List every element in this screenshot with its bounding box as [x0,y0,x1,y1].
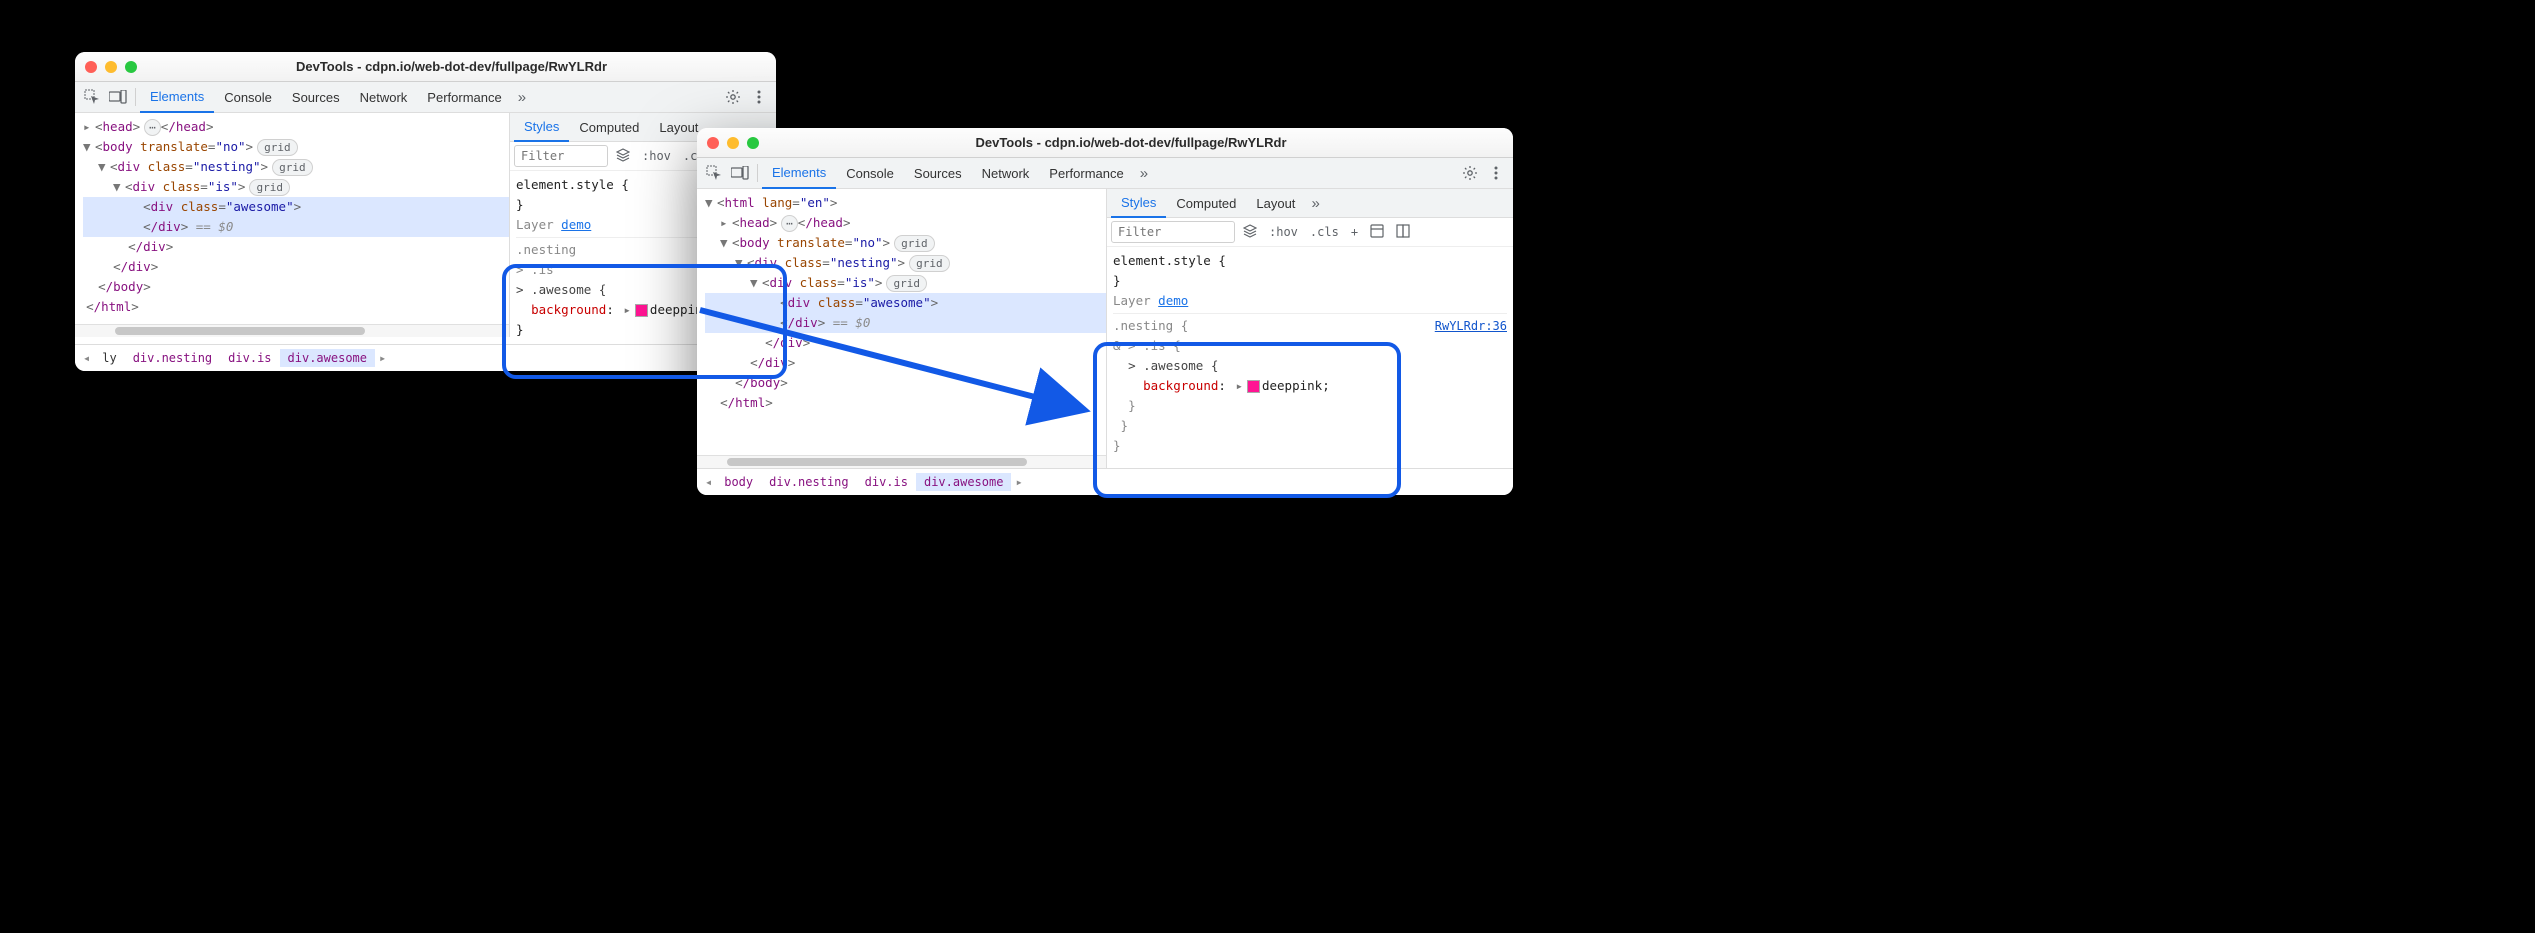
color-swatch-icon[interactable] [1247,380,1260,393]
hov-toggle[interactable]: :hov [638,149,675,163]
dom-node-awesome-open[interactable]: <div class="awesome"> [83,197,509,217]
breadcrumb-is[interactable]: div.is [857,473,916,491]
more-tabs-icon[interactable]: » [512,89,532,106]
dom-node-awesome-close[interactable]: </div> == $0 [705,313,1106,333]
breadcrumb-is[interactable]: div.is [220,349,279,367]
tab-console[interactable]: Console [836,158,904,188]
window-title: DevTools - cdpn.io/web-dot-dev/fullpage/… [137,59,766,74]
layers-icon[interactable] [1239,224,1261,241]
breadcrumb-prev-icon[interactable]: ◂ [79,351,94,365]
grid-badge[interactable]: grid [257,139,298,156]
horizontal-scrollbar[interactable] [75,324,509,337]
tab-sources[interactable]: Sources [904,158,972,188]
ellipsis-badge[interactable]: ⋯ [144,119,161,136]
dom-node-awesome-open[interactable]: <div class="awesome"> [705,293,1106,313]
breadcrumb-trunc[interactable]: ly [94,349,124,367]
tab-elements[interactable]: Elements [762,157,836,189]
window-title: DevTools - cdpn.io/web-dot-dev/fullpage/… [759,135,1503,150]
breadcrumb-next-icon[interactable]: ▸ [1011,475,1026,489]
layer-row[interactable]: Layer demo [1113,291,1507,314]
breadcrumb-nesting[interactable]: div.nesting [761,473,856,491]
source-link[interactable]: RwYLRdr:36 [1435,316,1507,336]
dom-node-html-close[interactable]: </html> [75,297,509,317]
titlebar: DevTools - cdpn.io/web-dot-dev/fullpage/… [75,52,776,82]
minimize-window-icon[interactable] [727,137,739,149]
dom-node-nesting[interactable]: ▼<div class="nesting">grid [705,253,1106,273]
settings-icon[interactable] [1457,160,1483,186]
styles-filter-input[interactable] [514,145,608,167]
styles-tab-computed[interactable]: Computed [1166,189,1246,217]
dom-node-awesome-close[interactable]: </div> == $0 [83,217,509,237]
dom-node-body-close[interactable]: </body> [83,277,509,297]
grid-badge[interactable]: grid [909,255,950,272]
tab-performance[interactable]: Performance [1039,158,1133,188]
breadcrumb-next-icon[interactable]: ▸ [375,351,390,365]
hov-toggle[interactable]: :hov [1265,225,1302,239]
dom-node-is-close[interactable]: </div> [83,237,509,257]
dom-node-body[interactable]: ▼<body translate="no">grid [83,137,509,157]
main-toolbar: Elements Console Sources Network Perform… [697,158,1513,189]
dom-node-is-close[interactable]: </div> [705,333,1106,353]
new-rule-button[interactable]: + [1347,225,1362,239]
dom-node-body-close[interactable]: </body> [705,373,1106,393]
dom-node-nesting-close[interactable]: </div> [705,353,1106,373]
grid-badge[interactable]: grid [272,159,313,176]
device-toolbar-icon[interactable] [727,160,753,186]
dom-node-nesting[interactable]: ▼<div class="nesting">grid [83,157,509,177]
breadcrumb-body[interactable]: body [716,473,761,491]
dom-node-nesting-close[interactable]: </div> [83,257,509,277]
tab-performance[interactable]: Performance [417,82,511,112]
grid-badge[interactable]: grid [894,235,935,252]
styles-tab-computed[interactable]: Computed [569,113,649,141]
dom-node-html[interactable]: ▼<html lang="en"> [705,193,1106,213]
tab-console[interactable]: Console [214,82,282,112]
settings-icon[interactable] [720,84,746,110]
maximize-window-icon[interactable] [125,61,137,73]
grid-badge[interactable]: grid [886,275,927,292]
close-window-icon[interactable] [85,61,97,73]
styles-tab-styles[interactable]: Styles [514,112,569,142]
minimize-window-icon[interactable] [105,61,117,73]
dom-node-head[interactable]: ▸<head>⋯</head> [83,117,509,137]
inspect-element-icon[interactable] [79,84,105,110]
breadcrumb-nesting[interactable]: div.nesting [125,349,220,367]
tab-network[interactable]: Network [350,82,418,112]
titlebar: DevTools - cdpn.io/web-dot-dev/fullpage/… [697,128,1513,158]
styles-tab-styles[interactable]: Styles [1111,188,1166,218]
kebab-menu-icon[interactable] [1483,160,1509,186]
dom-node-head[interactable]: ▸<head>⋯</head> [705,213,1106,233]
dom-node-is[interactable]: ▼<div class="is">grid [83,177,509,197]
styles-filter-input[interactable] [1111,221,1235,243]
kebab-menu-icon[interactable] [746,84,772,110]
breadcrumb-awesome[interactable]: div.awesome [916,473,1011,491]
dom-node-body[interactable]: ▼<body translate="no">grid [705,233,1106,253]
maximize-window-icon[interactable] [747,137,759,149]
rendering-panel-icon[interactable] [1392,224,1414,241]
inspect-element-icon[interactable] [701,160,727,186]
element-style-rule[interactable]: element.style { } [1113,251,1507,291]
main-toolbar: Elements Console Sources Network Perform… [75,82,776,113]
css-rule-nested[interactable]: RwYLRdr:36 .nesting { & > .is { > .aweso… [1113,316,1507,456]
more-tabs-icon[interactable]: » [1134,165,1154,182]
tab-network[interactable]: Network [972,158,1040,188]
layers-icon[interactable] [612,148,634,165]
color-swatch-icon[interactable] [635,304,648,317]
layer-link[interactable]: demo [1158,293,1188,308]
dom-node-html-close[interactable]: </html> [705,393,1106,413]
styles-tab-layout[interactable]: Layout [1246,189,1305,217]
cls-toggle[interactable]: .cls [1306,225,1343,239]
computed-styles-icon[interactable] [1366,224,1388,241]
device-toolbar-icon[interactable] [105,84,131,110]
close-window-icon[interactable] [707,137,719,149]
tab-sources[interactable]: Sources [282,82,350,112]
ellipsis-badge[interactable]: ⋯ [781,215,798,232]
breadcrumb-prev-icon[interactable]: ◂ [701,475,716,489]
layer-link[interactable]: demo [561,217,591,232]
grid-badge[interactable]: grid [249,179,290,196]
more-styles-tabs-icon[interactable]: » [1305,195,1325,212]
tab-elements[interactable]: Elements [140,81,214,113]
breadcrumb-awesome[interactable]: div.awesome [280,349,375,367]
dom-node-is[interactable]: ▼<div class="is">grid [705,273,1106,293]
horizontal-scrollbar[interactable] [697,455,1106,468]
